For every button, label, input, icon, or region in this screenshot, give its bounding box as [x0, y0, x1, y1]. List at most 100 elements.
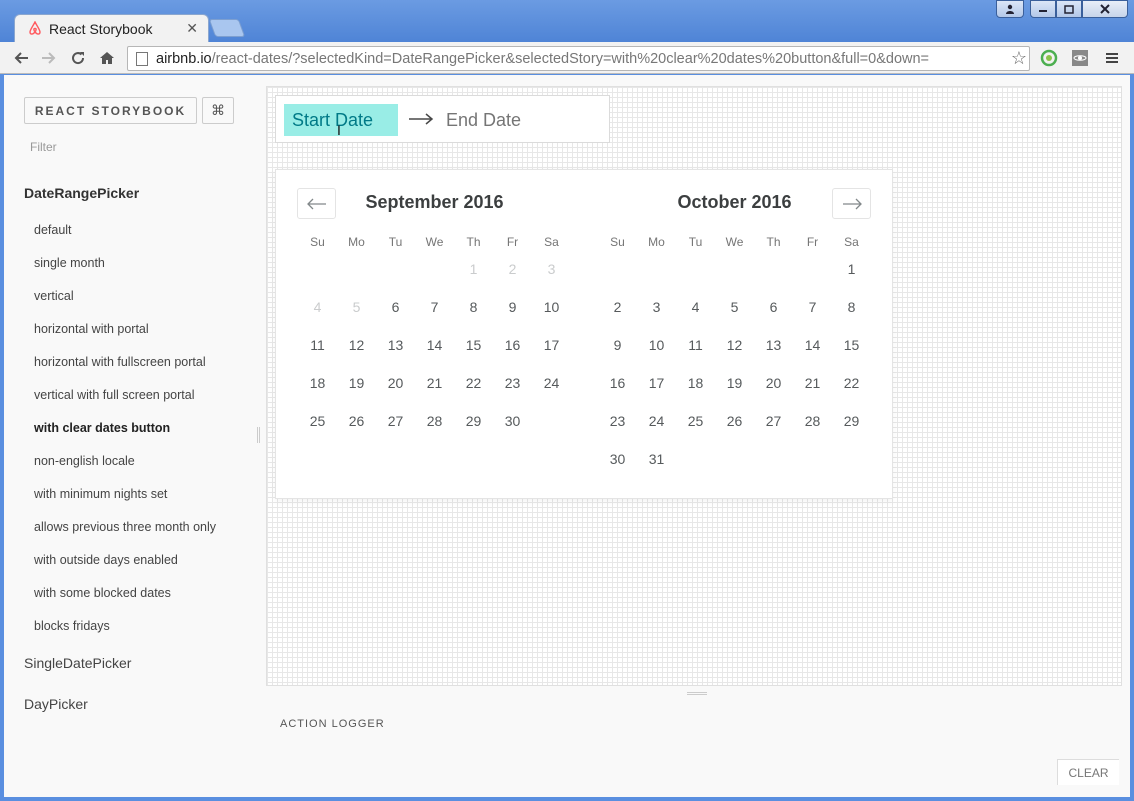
- calendar-day[interactable]: 14: [415, 326, 454, 364]
- window-close-icon[interactable]: [1082, 0, 1128, 18]
- calendar-day[interactable]: 3: [637, 288, 676, 326]
- calendar-day[interactable]: 18: [298, 364, 337, 402]
- story-item[interactable]: horizontal with portal: [34, 322, 149, 336]
- story-item[interactable]: with minimum nights set: [34, 487, 167, 501]
- calendar-day[interactable]: 2: [598, 288, 637, 326]
- calendar-day[interactable]: 26: [715, 402, 754, 440]
- calendar-day[interactable]: 11: [676, 326, 715, 364]
- calendar-day[interactable]: 27: [376, 402, 415, 440]
- storybook-title-button[interactable]: REACT STORYBOOK: [24, 97, 197, 124]
- story-item[interactable]: vertical with full screen portal: [34, 388, 194, 402]
- calendar-day[interactable]: 20: [376, 364, 415, 402]
- calendar-day[interactable]: 6: [376, 288, 415, 326]
- maximize-icon[interactable]: [1056, 0, 1082, 18]
- clear-button[interactable]: CLEAR: [1057, 759, 1119, 785]
- calendar-day[interactable]: 16: [598, 364, 637, 402]
- calendar-day[interactable]: 20: [754, 364, 793, 402]
- calendar-day[interactable]: 4: [676, 288, 715, 326]
- calendar-day[interactable]: 24: [532, 364, 571, 402]
- story-item[interactable]: allows previous three month only: [34, 520, 216, 534]
- calendar-day[interactable]: 22: [832, 364, 871, 402]
- calendar-day[interactable]: 26: [337, 402, 376, 440]
- calendar-day[interactable]: 13: [376, 326, 415, 364]
- calendar-day[interactable]: 8: [832, 288, 871, 326]
- calendar-day[interactable]: 11: [298, 326, 337, 364]
- story-item[interactable]: default: [34, 223, 72, 237]
- menu-icon[interactable]: [1102, 48, 1122, 68]
- story-item[interactable]: with some blocked dates: [34, 586, 171, 600]
- kind-daterangepicker[interactable]: DateRangePicker: [24, 185, 139, 201]
- tab-close-icon[interactable]: ✕: [186, 20, 198, 37]
- kind-singledatepicker[interactable]: SingleDatePicker: [24, 655, 131, 671]
- end-date-input[interactable]: End Date: [446, 104, 521, 136]
- calendar-day[interactable]: 9: [598, 326, 637, 364]
- calendar-day[interactable]: 12: [715, 326, 754, 364]
- calendar-day[interactable]: 17: [637, 364, 676, 402]
- panel-resize-handle[interactable]: [687, 692, 707, 695]
- calendar-day[interactable]: 23: [493, 364, 532, 402]
- calendar-day[interactable]: 18: [676, 364, 715, 402]
- calendar-day[interactable]: 19: [337, 364, 376, 402]
- calendar-day[interactable]: 30: [598, 440, 637, 478]
- bookmark-star-icon[interactable]: ☆: [1011, 48, 1027, 69]
- calendar-day[interactable]: 13: [754, 326, 793, 364]
- calendar-day[interactable]: 25: [676, 402, 715, 440]
- sidebar-resize-handle[interactable]: [257, 427, 260, 443]
- home-icon[interactable]: [96, 47, 118, 69]
- minimize-icon[interactable]: [1030, 0, 1056, 18]
- calendar-day[interactable]: 5: [715, 288, 754, 326]
- calendar-day[interactable]: 23: [598, 402, 637, 440]
- story-item[interactable]: blocks fridays: [34, 619, 110, 633]
- kind-daypicker[interactable]: DayPicker: [24, 696, 88, 712]
- story-item[interactable]: with outside days enabled: [34, 553, 178, 567]
- calendar-day[interactable]: 14: [793, 326, 832, 364]
- calendar-day[interactable]: 1: [832, 250, 871, 288]
- calendar-day[interactable]: 16: [493, 326, 532, 364]
- story-item[interactable]: non-english locale: [34, 454, 135, 468]
- filter-input[interactable]: Filter: [30, 140, 57, 154]
- calendar-day[interactable]: 19: [715, 364, 754, 402]
- back-arrow-icon[interactable]: [10, 47, 32, 69]
- new-tab-button[interactable]: [208, 19, 246, 37]
- extension-ring-icon[interactable]: [1039, 48, 1059, 68]
- calendar-day[interactable]: 15: [454, 326, 493, 364]
- browser-window: React Storybook ✕ airbnb.io/react-dates/…: [0, 0, 1134, 801]
- calendar-day[interactable]: 15: [832, 326, 871, 364]
- story-item-selected[interactable]: with clear dates button: [34, 421, 170, 435]
- calendar-day[interactable]: 8: [454, 288, 493, 326]
- calendar-day[interactable]: 10: [532, 288, 571, 326]
- url-text[interactable]: airbnb.io/react-dates/?selectedKind=Date…: [156, 51, 1011, 67]
- calendar-day[interactable]: 29: [832, 402, 871, 440]
- calendar-day[interactable]: 30: [493, 402, 532, 440]
- react-devtools-icon[interactable]: [1070, 48, 1090, 68]
- forward-arrow-icon[interactable]: [38, 47, 60, 69]
- calendar-day[interactable]: 28: [793, 402, 832, 440]
- calendar-day[interactable]: 28: [415, 402, 454, 440]
- calendar-day[interactable]: 7: [415, 288, 454, 326]
- user-profile-icon[interactable]: [996, 0, 1024, 18]
- story-item[interactable]: single month: [34, 256, 105, 270]
- calendar-day[interactable]: 27: [754, 402, 793, 440]
- calendar-day[interactable]: 9: [493, 288, 532, 326]
- story-item[interactable]: horizontal with fullscreen portal: [34, 355, 206, 369]
- shortcuts-button[interactable]: ⌘: [202, 97, 234, 124]
- weekday-header: Fr: [506, 235, 519, 249]
- calendar-day[interactable]: 21: [793, 364, 832, 402]
- start-date-input[interactable]: Start Date: [284, 104, 398, 136]
- calendar-day[interactable]: 25: [298, 402, 337, 440]
- calendar-day[interactable]: 29: [454, 402, 493, 440]
- calendar-day[interactable]: 7: [793, 288, 832, 326]
- calendar-day[interactable]: 24: [637, 402, 676, 440]
- calendar-day[interactable]: 31: [637, 440, 676, 478]
- calendar-day[interactable]: 22: [454, 364, 493, 402]
- story-item[interactable]: vertical: [34, 289, 74, 303]
- action-logger-title: ACTION LOGGER: [280, 718, 385, 730]
- calendar-day[interactable]: 12: [337, 326, 376, 364]
- calendar-day[interactable]: 17: [532, 326, 571, 364]
- calendar-day[interactable]: 10: [637, 326, 676, 364]
- browser-tab[interactable]: React Storybook ✕: [14, 14, 209, 42]
- address-bar[interactable]: airbnb.io/react-dates/?selectedKind=Date…: [127, 46, 1030, 71]
- calendar-day[interactable]: 21: [415, 364, 454, 402]
- calendar-day[interactable]: 6: [754, 288, 793, 326]
- reload-icon[interactable]: [67, 47, 89, 69]
